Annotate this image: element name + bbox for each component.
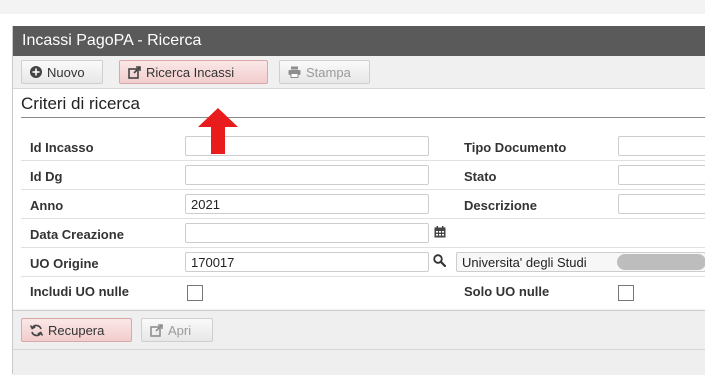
annotation-arrow-icon [198,108,238,154]
includi-uo-nulle-checkbox[interactable] [187,285,203,301]
apri-button[interactable]: Apri [141,318,213,342]
calendar-icon[interactable] [434,226,446,238]
descrizione-input[interactable] [618,194,705,214]
includi-uo-nulle-label: Includi UO nulle [30,284,129,299]
data-creazione-label: Data Creazione [30,227,124,242]
solo-uo-nulle-label: Solo UO nulle [464,284,550,299]
printer-icon [288,66,301,78]
descrizione-label: Descrizione [464,198,537,213]
id-dg-input[interactable] [185,165,429,185]
row-divider [21,218,705,219]
window-title: Incassi PagoPA - Ricerca [22,32,202,49]
footer-divider [13,349,705,350]
id-incasso-label: Id Incasso [30,140,94,155]
search-icon[interactable] [433,254,446,267]
window-title-bar: Incassi PagoPA - Ricerca [13,26,705,56]
footer-actions: Recupera Apri [13,310,705,375]
uo-origine-label: UO Origine [30,256,99,271]
recupera-label: Recupera [48,322,105,338]
row-divider [21,247,705,248]
ricerca-incassi-label: Ricerca Incassi [146,64,235,80]
incassi-panel: Incassi PagoPA - Ricerca Nuovo Ricerca I… [12,26,705,375]
plus-circle-icon [30,66,42,78]
nuovo-label: Nuovo [47,64,85,80]
row-divider [21,189,705,190]
top-strip [0,0,705,14]
external-link-icon [128,65,141,79]
toolbar: Nuovo Ricerca Incassi Stampa [13,56,705,89]
ricerca-incassi-button[interactable]: Ricerca Incassi [119,60,268,84]
solo-uo-nulle-checkbox[interactable] [618,285,634,301]
stampa-button[interactable]: Stampa [279,60,370,84]
anno-input[interactable]: 2021 [185,194,429,214]
nuovo-button[interactable]: Nuovo [21,60,103,84]
row-divider [21,160,705,161]
recupera-button[interactable]: Recupera [21,318,132,342]
stato-input[interactable] [618,165,705,185]
redacted-text [617,254,705,270]
section-title: Criteri di ricerca [21,94,141,113]
refresh-icon [30,324,43,336]
id-dg-label: Id Dg [30,169,63,184]
external-link-icon [150,323,163,337]
row-divider [21,276,705,277]
uo-origine-input[interactable]: 170017 [185,252,429,272]
apri-label: Apri [168,322,192,338]
anno-label: Anno [30,198,64,213]
section-divider [21,117,705,118]
data-creazione-input[interactable] [185,223,429,243]
tipo-documento-input[interactable] [618,136,705,156]
stampa-label: Stampa [306,64,351,80]
tipo-documento-label: Tipo Documento [464,140,567,155]
stato-label: Stato [464,169,497,184]
search-criteria-form: Criteri di ricerca Id Incasso Tipo Docum… [13,89,705,309]
